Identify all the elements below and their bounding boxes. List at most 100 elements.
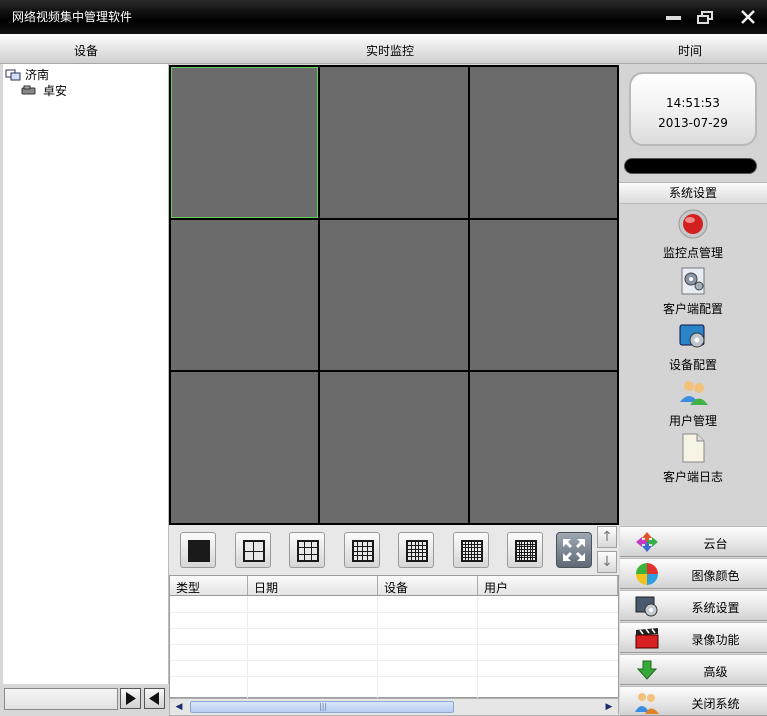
grid-pane xyxy=(468,551,471,554)
device-config-button[interactable]: 设备配置 xyxy=(619,320,767,376)
layout-6x6-button[interactable] xyxy=(452,532,489,568)
scroll-down-button[interactable]: ↓ xyxy=(597,551,617,573)
grid-pane xyxy=(358,546,362,551)
setting-label: 用户管理 xyxy=(668,414,717,428)
grid-pane xyxy=(363,546,367,551)
grid-6x6-icon xyxy=(460,540,483,562)
restore-icon[interactable] xyxy=(695,8,715,26)
grid-pane xyxy=(465,542,468,545)
horizontal-scrollbar[interactable]: ◀ ||| ▶ xyxy=(169,698,619,716)
ptz-control-button[interactable]: 云台 xyxy=(620,526,767,557)
video-cell[interactable] xyxy=(469,372,617,523)
grid-pane xyxy=(475,542,478,545)
video-cell[interactable] xyxy=(320,372,468,523)
grid-pane xyxy=(472,548,475,551)
grid-pane xyxy=(530,550,533,552)
close-system-button[interactable]: 关闭系统 xyxy=(620,686,767,716)
grid-pane xyxy=(462,545,465,548)
play-forward-button[interactable] xyxy=(120,688,141,709)
grid-pane xyxy=(517,544,519,547)
layout-3x3-button[interactable] xyxy=(289,532,325,568)
grid-pane xyxy=(533,544,535,547)
menu-label: 关闭系统 xyxy=(691,697,740,711)
grid-pane xyxy=(423,549,426,553)
row-divider xyxy=(170,676,618,677)
play-back-button[interactable] xyxy=(144,688,165,709)
image-color-button[interactable]: 图像颜色 xyxy=(620,558,767,589)
row-divider xyxy=(170,644,618,645)
scroll-right-icon[interactable]: ▶ xyxy=(601,700,617,714)
grid-pane xyxy=(519,542,522,544)
client-config-button[interactable]: 客户端配置 xyxy=(619,264,767,320)
grid-pane xyxy=(408,545,411,549)
grid-pane xyxy=(244,551,253,560)
tree-node-device[interactable]: 卓安 xyxy=(21,82,67,99)
menu-label: 高级 xyxy=(703,665,728,679)
grid-pane xyxy=(415,557,419,560)
grid-pane xyxy=(530,547,533,550)
advanced-button[interactable]: 高级 xyxy=(620,654,767,685)
recording-button[interactable]: 录像功能 xyxy=(620,622,767,653)
grid-pane xyxy=(468,545,471,548)
minimize-icon[interactable] xyxy=(664,8,684,26)
tree-node-root[interactable]: 济南 xyxy=(5,66,49,83)
video-cell[interactable] xyxy=(171,67,319,218)
tree-node-device-label: 卓安 xyxy=(43,84,68,98)
column-header-type[interactable]: 类型 xyxy=(170,576,248,596)
video-cell[interactable] xyxy=(171,219,319,371)
grid-pane xyxy=(411,557,415,560)
grid-pane xyxy=(533,542,535,544)
video-cell[interactable] xyxy=(320,67,468,218)
close-icon[interactable] xyxy=(738,8,758,26)
grid-pane xyxy=(527,544,530,547)
fullscreen-button[interactable] xyxy=(556,532,592,568)
grid-1x1-icon xyxy=(188,540,210,562)
video-cell[interactable] xyxy=(320,219,468,371)
grid-pane xyxy=(311,548,317,554)
grid-pane xyxy=(522,542,525,544)
layout-5x5-button[interactable] xyxy=(398,532,434,568)
layout-2x2-button[interactable] xyxy=(234,532,271,568)
grid-pane xyxy=(525,552,527,555)
column-header-date[interactable]: 日期 xyxy=(248,576,378,596)
client-log-button[interactable]: 客户端日志 xyxy=(619,432,767,488)
grid-pane xyxy=(423,557,426,560)
users-icon xyxy=(680,381,708,405)
video-cell[interactable] xyxy=(469,67,617,218)
user-management-button[interactable]: 用户管理 xyxy=(619,376,767,432)
layout-toolbar: ↑ ↓ xyxy=(169,525,619,575)
system-settings-button[interactable]: 系统设置 xyxy=(620,590,767,621)
grid-pane xyxy=(465,557,468,560)
grid-pane xyxy=(305,548,311,554)
scrollbar-thumb[interactable]: ||| xyxy=(190,701,454,713)
video-cell[interactable] xyxy=(469,219,617,371)
grid-pane xyxy=(533,550,535,552)
tree-node-root-label: 济南 xyxy=(25,68,50,82)
scroll-left-icon[interactable]: ◀ xyxy=(171,700,187,714)
grid-pane xyxy=(367,556,372,560)
grid-pane xyxy=(522,558,525,560)
monitor-column-header: 实时监控 xyxy=(366,44,415,58)
layout-1x1-button[interactable] xyxy=(180,532,216,568)
grid-pane xyxy=(415,542,419,545)
monitor-point-management-button[interactable]: 监控点管理 xyxy=(619,208,767,264)
video-cell[interactable] xyxy=(171,372,319,523)
grid-pane xyxy=(519,544,522,547)
grid-pane xyxy=(530,555,533,558)
grid-pane xyxy=(468,554,471,557)
scroll-up-button[interactable]: ↑ xyxy=(597,526,617,548)
column-header-user[interactable]: 用户 xyxy=(478,576,618,596)
tree-search-field[interactable] xyxy=(4,688,118,710)
grid-pane xyxy=(525,547,527,550)
layout-4x4-button[interactable] xyxy=(343,532,380,568)
grid-pane xyxy=(299,554,305,560)
grid-pane xyxy=(525,550,527,552)
column-header-device[interactable]: 设备 xyxy=(378,576,478,596)
grid-pane xyxy=(408,549,411,553)
grid-pane xyxy=(465,545,468,548)
grid-pane xyxy=(423,553,426,557)
layout-7x7-button[interactable] xyxy=(507,532,543,568)
grid-pane xyxy=(353,546,358,551)
grid-pane xyxy=(522,552,525,555)
grid-pane xyxy=(419,549,423,553)
